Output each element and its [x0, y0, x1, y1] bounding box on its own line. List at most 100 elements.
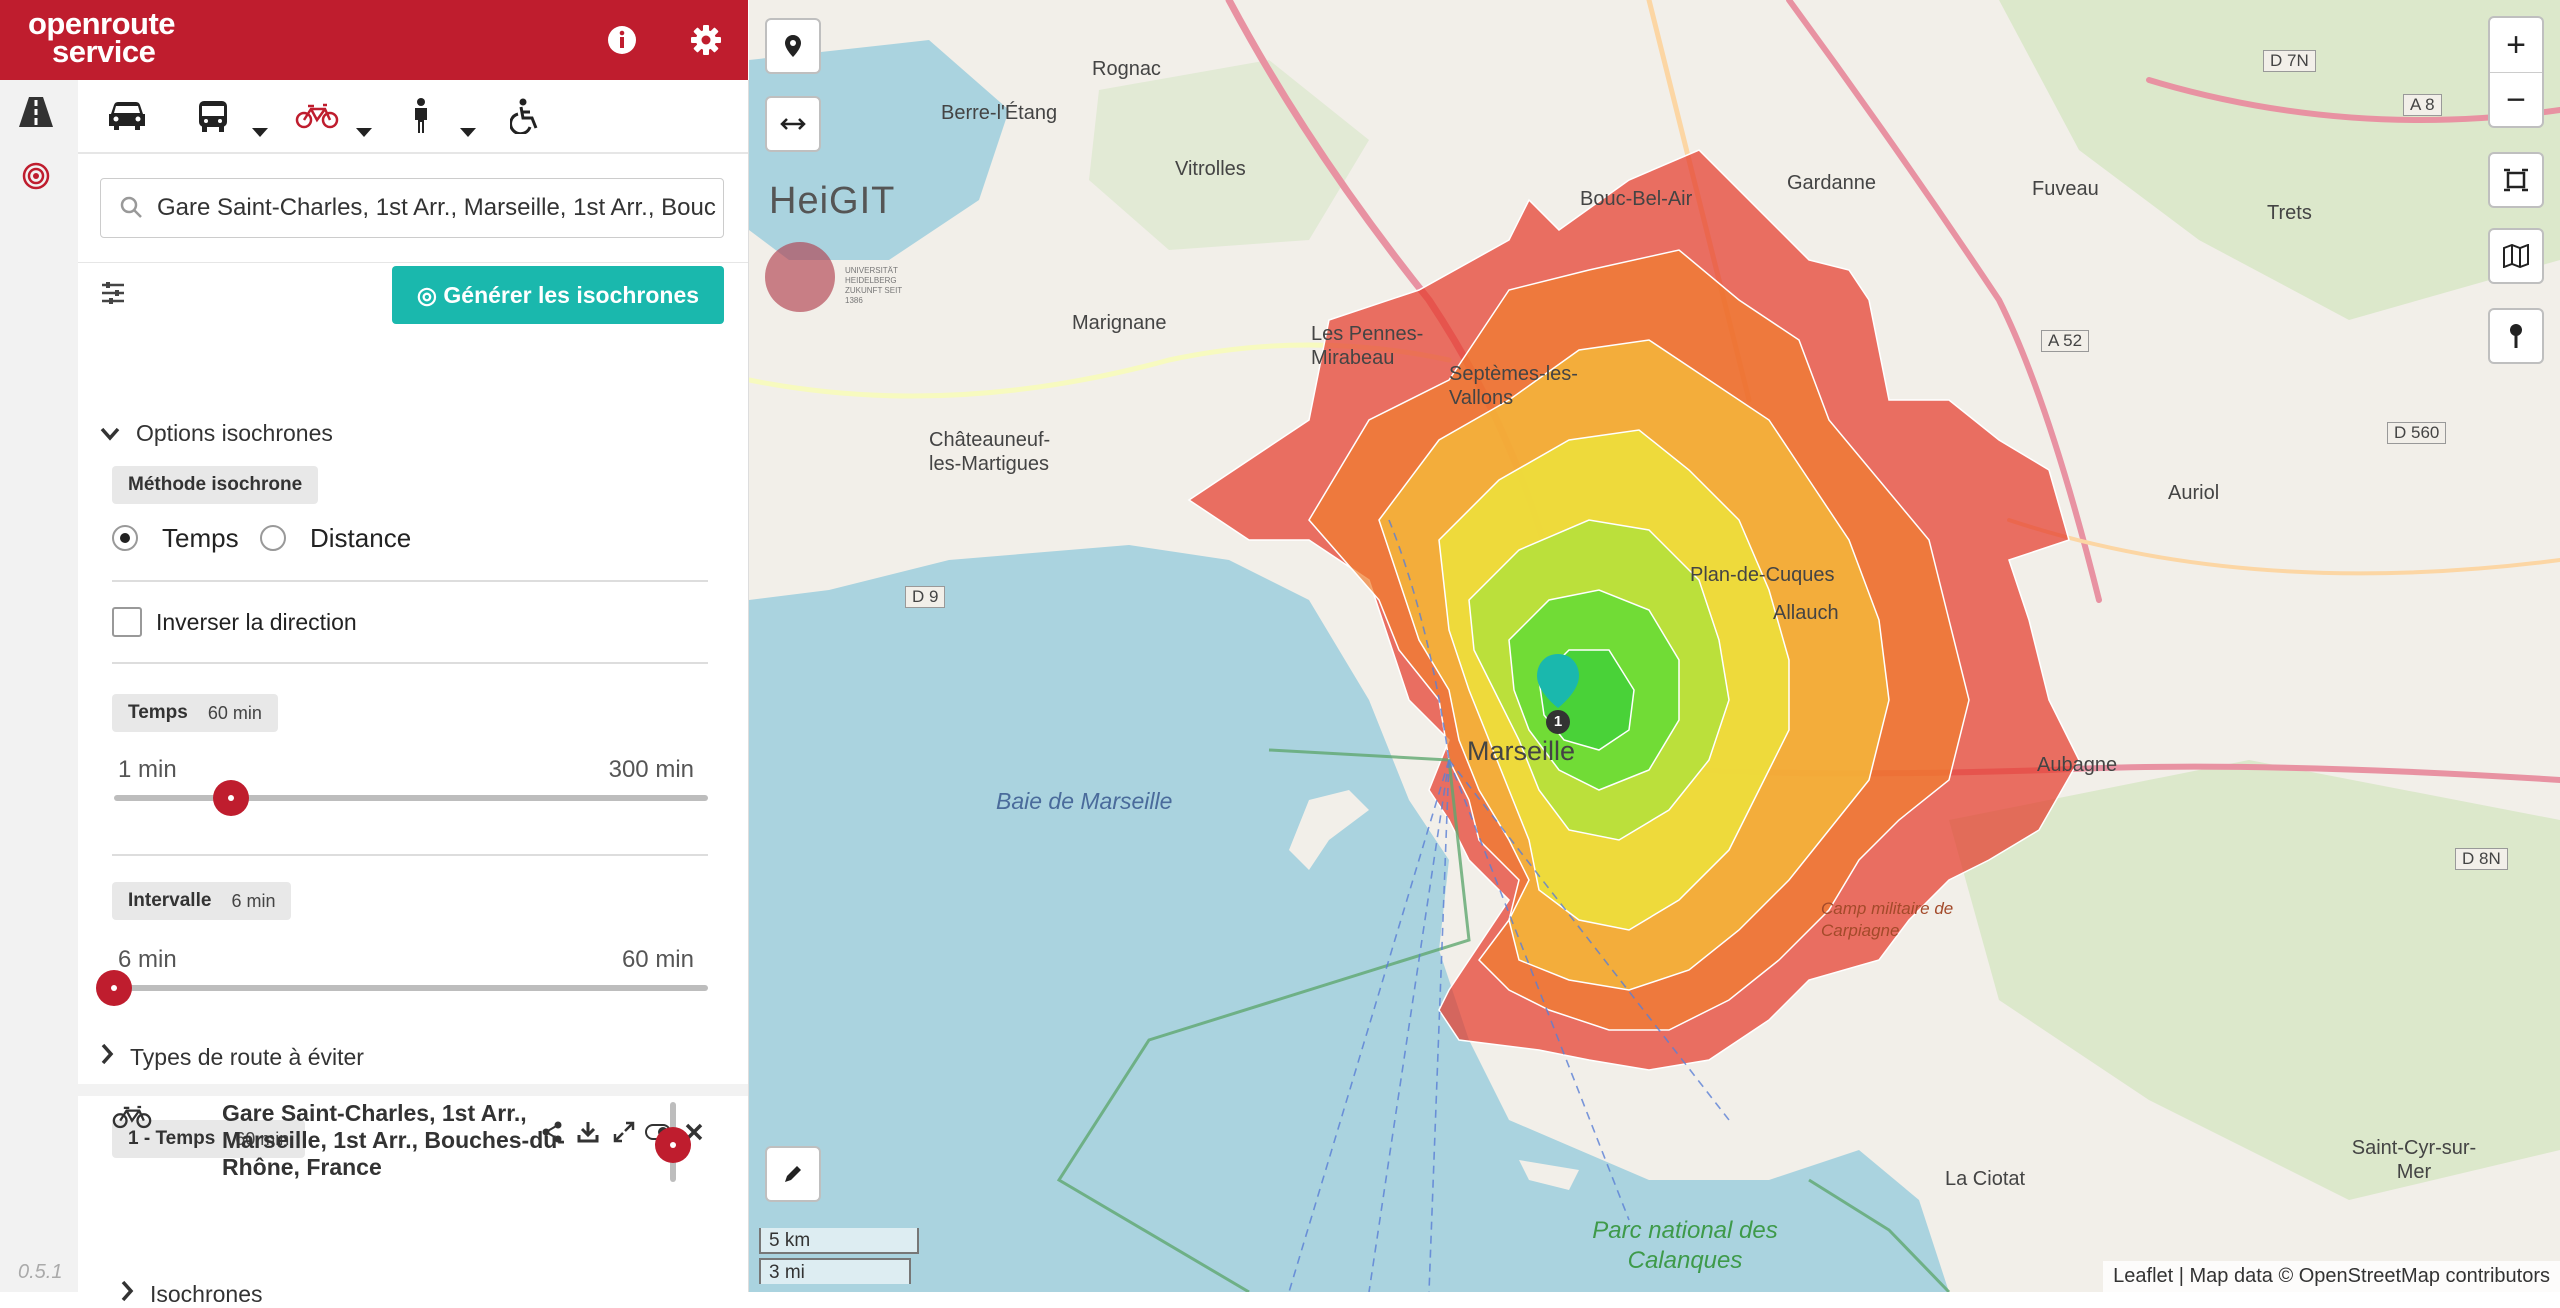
result-bicycle-icon: [112, 1104, 152, 1135]
university-text: UNIVERSITÄT HEIDELBERG ZUKUNFT SEIT 1386: [845, 266, 903, 305]
result-address: Gare Saint-Charles, 1st Arr., Marseille,…: [222, 1100, 565, 1180]
map-label: Gardanne: [1787, 172, 1876, 194]
invert-direction-checkbox[interactable]: [112, 607, 142, 637]
time-pill: Temps 60 min: [112, 694, 278, 732]
chevron-right-icon: [120, 1280, 134, 1308]
heigit-logo: HeiGIT: [769, 180, 896, 222]
road-icon[interactable]: [14, 90, 58, 134]
time-label: Temps: [128, 702, 188, 723]
zoom-control: + −: [2488, 16, 2544, 128]
layers-button[interactable]: [2488, 228, 2544, 284]
interval-min-label: 6 min: [118, 946, 177, 973]
road-shield: D 9: [905, 586, 946, 608]
app-header: openroute service: [0, 0, 748, 80]
bicycle-options-caret[interactable]: [356, 128, 372, 137]
bus-options-caret[interactable]: [252, 128, 268, 137]
generate-isochrones-button[interactable]: ◎ Générer les isochrones: [392, 266, 724, 324]
university-seal: [765, 242, 835, 312]
map-label: Rognac: [1092, 58, 1161, 80]
map-label: Plan-de-Cuques: [1690, 564, 1835, 586]
push-pin-icon: [2510, 324, 2522, 348]
invert-direction-label: Inverser la direction: [156, 609, 357, 635]
map-label: Camp militaire de Carpiagne: [1821, 899, 1954, 940]
wheelchair-icon[interactable]: [488, 86, 562, 146]
interval-max-label: 60 min: [621, 946, 694, 973]
mode-rail: 0.5.1: [0, 80, 79, 1292]
place-marker-button[interactable]: [765, 18, 821, 74]
location-marker[interactable]: 1: [1535, 652, 1581, 734]
locate-button[interactable]: [2488, 308, 2544, 364]
time-slider-thumb[interactable]: [213, 780, 250, 816]
map-label: Septèmes-les-Vallons: [1449, 363, 1578, 409]
avoid-road-types-toggle[interactable]: Types de route à éviter: [100, 1043, 364, 1071]
road-shield: D 560: [2387, 422, 2447, 444]
opacity-slider[interactable]: [655, 1102, 691, 1182]
isochrone-target-icon[interactable]: [14, 154, 58, 198]
fit-bounds-icon: [2504, 168, 2528, 192]
map-attribution[interactable]: Leaflet | Map data © OpenStreetMap contr…: [2103, 1261, 2560, 1292]
info-icon[interactable]: [600, 18, 644, 62]
opacity-slider-thumb[interactable]: [655, 1127, 691, 1163]
search-input[interactable]: Gare Saint-Charles, 1st Arr., Marseille,…: [100, 178, 724, 238]
divider: [78, 262, 748, 263]
bus-icon[interactable]: [176, 86, 250, 146]
map-label: Fuveau: [2032, 178, 2099, 200]
time-max-label: 300 min: [608, 756, 694, 783]
car-icon[interactable]: [90, 86, 164, 146]
map-label: Les Pennes-Mirabeau: [1311, 323, 1424, 369]
interval-value: 6 min: [231, 890, 276, 911]
logo: openroute service: [28, 8, 176, 69]
map-view[interactable]: Rognac Berre-l'Étang Vitrolles Bouc-Bel-…: [749, 0, 2560, 1292]
map-label: Châteauneuf-les-Martigues: [929, 429, 1051, 475]
radio-distance[interactable]: [260, 525, 286, 551]
map-label: Trets: [2267, 202, 2312, 224]
isochrones-toggle[interactable]: Isochrones: [120, 1280, 263, 1308]
isochrones-label: Isochrones: [150, 1280, 263, 1307]
walking-icon[interactable]: [384, 86, 458, 146]
scale-mi: 3 mi: [759, 1258, 911, 1284]
road-shield: D 7N: [2263, 50, 2316, 72]
isochrone-options-heading: Options isochrones: [136, 420, 333, 446]
map-label: Berre-l'Étang: [941, 102, 1058, 124]
interval-slider[interactable]: [96, 970, 708, 1006]
radio-time[interactable]: [112, 525, 138, 551]
map-icon: [2503, 244, 2529, 268]
radio-time-label: Temps: [162, 523, 239, 553]
road-shield: A 52: [2041, 330, 2090, 352]
map-label: Allauch: [1773, 602, 1839, 624]
search-icon: [119, 195, 143, 226]
settings-sliders-icon[interactable]: [100, 280, 128, 308]
version-label: 0.5.1: [18, 1261, 63, 1283]
road-shield: A 8: [2403, 94, 2442, 116]
map-label: Marignane: [1072, 312, 1167, 334]
search-input-value: Gare Saint-Charles, 1st Arr., Marseille,…: [157, 194, 716, 221]
measure-button[interactable]: [765, 96, 821, 152]
map-label: Bouc-Bel-Air: [1580, 188, 1693, 210]
walking-options-caret[interactable]: [460, 128, 476, 137]
marker-number-badge: 1: [1546, 710, 1570, 734]
expand-icon[interactable]: [610, 1118, 638, 1146]
bicycle-icon[interactable]: [280, 86, 354, 146]
map-pin-icon: [785, 35, 801, 57]
divider: [112, 854, 708, 856]
isochrone-method-label: Méthode isochrone: [112, 466, 319, 504]
zoom-out-button[interactable]: −: [2490, 73, 2542, 127]
logo-line2: service: [52, 34, 156, 69]
map-label: Saint-Cyr-sur-Mer: [2351, 1137, 2477, 1183]
pencil-icon: [785, 1166, 801, 1182]
draw-button[interactable]: [765, 1146, 821, 1202]
fit-bounds-button[interactable]: [2488, 152, 2544, 208]
isochrone-options-toggle[interactable]: Options isochrones: [100, 420, 333, 447]
time-slider[interactable]: [114, 780, 708, 816]
gear-icon[interactable]: [684, 18, 728, 62]
interval-slider-thumb[interactable]: [96, 970, 132, 1006]
horizontal-arrows-icon: [780, 118, 806, 130]
map-label: La Ciotat: [1945, 1168, 2026, 1190]
map-label: Vitrolles: [1175, 158, 1246, 180]
map-label: Marseille: [1467, 736, 1576, 766]
time-value: 60 min: [207, 702, 262, 723]
interval-label: Intervalle: [128, 890, 212, 911]
profile-bar: [78, 80, 748, 154]
map-label: Aubagne: [2037, 754, 2118, 776]
zoom-in-button[interactable]: +: [2490, 18, 2542, 73]
